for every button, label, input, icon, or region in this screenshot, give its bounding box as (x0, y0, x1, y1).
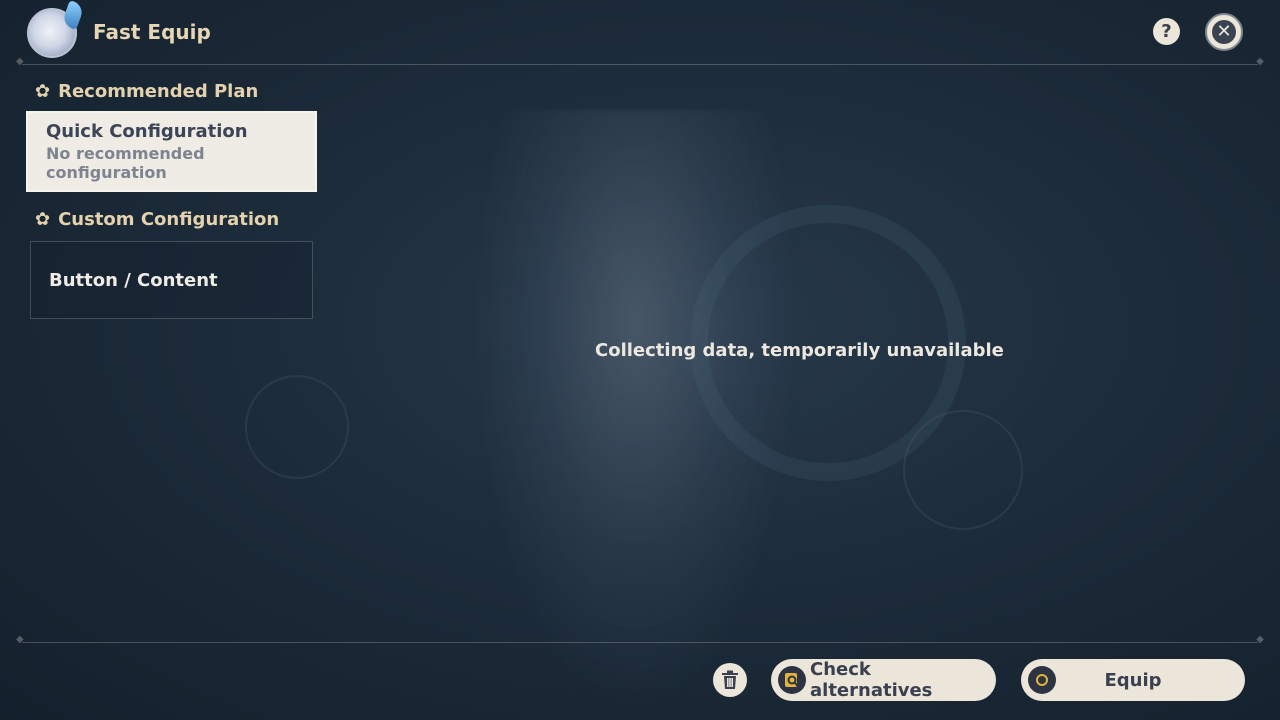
equip-label: Equip (1104, 669, 1162, 691)
close-icon: ✕ (1212, 20, 1236, 44)
quick-configuration-subtitle: No recommended configuration (46, 144, 297, 182)
help-button[interactable]: ? (1153, 18, 1180, 45)
footer-divider (16, 634, 1264, 645)
equip-button[interactable]: Equip (1021, 659, 1245, 701)
search-icon (778, 666, 806, 694)
recommended-heading-label: Recommended Plan (58, 81, 259, 102)
help-icon: ? (1161, 21, 1172, 42)
page-title: Fast Equip (93, 20, 211, 44)
flower-icon: ✿ (35, 209, 51, 230)
trash-icon (722, 670, 738, 689)
background-ornament-right (903, 410, 1023, 530)
quick-configuration-card[interactable]: Quick Configuration No recommended confi… (26, 111, 317, 192)
recommended-heading: ✿ Recommended Plan (35, 81, 258, 102)
custom-configuration-label: Button / Content (49, 269, 218, 291)
check-alternatives-button[interactable]: Check alternatives (771, 659, 996, 701)
status-message: Collecting data, temporarily unavailable (595, 340, 1004, 361)
subtitle-line-2: configuration (46, 163, 167, 182)
quick-configuration-title: Quick Configuration (46, 121, 248, 142)
custom-heading-label: Custom Configuration (58, 209, 280, 230)
check-alternatives-label: Check alternatives (810, 659, 933, 701)
header-divider (16, 56, 1264, 67)
subtitle-line-1: No recommended (46, 144, 205, 163)
background-character (470, 110, 800, 720)
background-ornament-left (245, 375, 349, 479)
header: Fast Equip ? ✕ (0, 0, 1280, 66)
custom-configuration-card[interactable]: Button / Content (30, 241, 313, 319)
custom-heading: ✿ Custom Configuration (35, 209, 279, 230)
flower-icon: ✿ (35, 81, 51, 102)
close-button[interactable]: ✕ (1205, 13, 1243, 51)
character-avatar (27, 8, 77, 58)
delete-button[interactable] (713, 663, 747, 697)
